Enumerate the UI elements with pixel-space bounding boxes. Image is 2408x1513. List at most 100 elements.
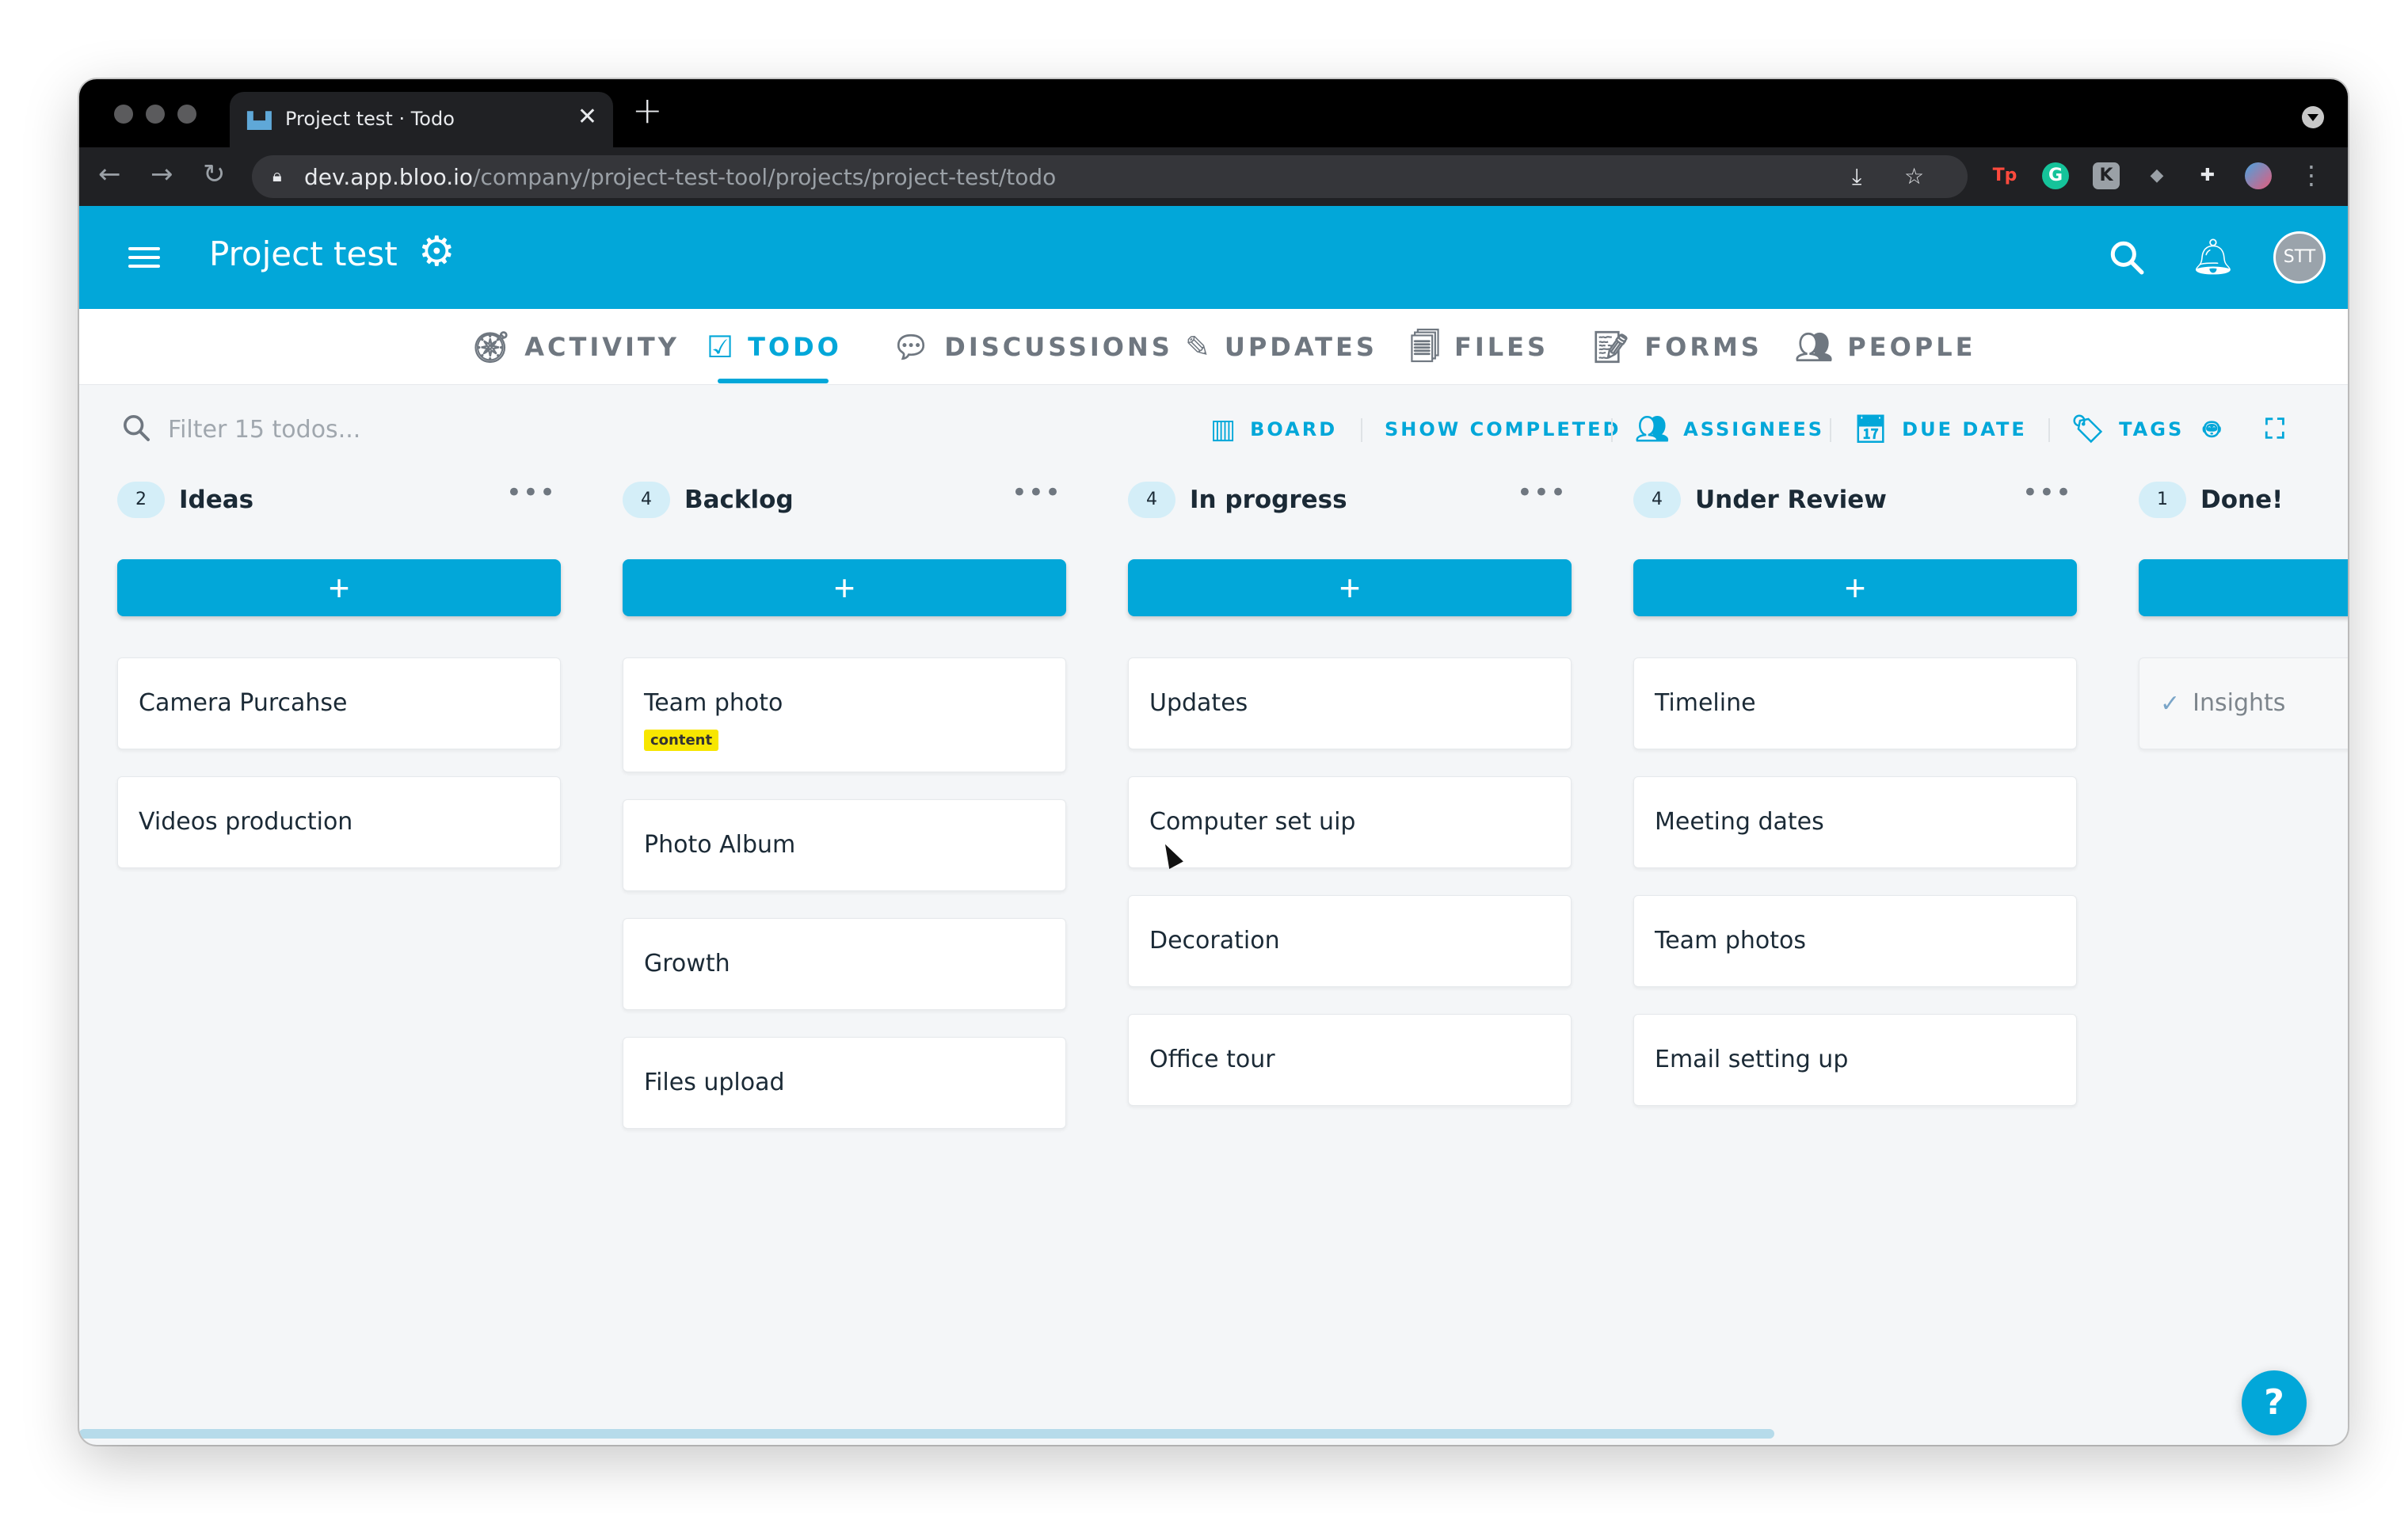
url-text[interactable]: dev.app.bloo.io/company/project-test-too… <box>304 164 1056 190</box>
divider <box>1830 418 1831 442</box>
project-nav: 🧭︎ ACTIVITY ☑ TODO 💬︎ DISCUSSIONS ✎ UPDA… <box>79 309 2348 385</box>
board-button[interactable]: ▥ BOARD <box>1210 412 1337 447</box>
extension-k-icon[interactable]: K <box>2093 162 2120 189</box>
more-options-icon[interactable]: ••• <box>1517 477 1567 509</box>
todo-card[interactable]: Videos production <box>117 776 561 868</box>
tags-button[interactable]: 🏷︎ TAGS <box>2071 412 2184 447</box>
tab-close-icon[interactable]: ✕ <box>577 103 597 131</box>
tab-label: ACTIVITY <box>524 332 680 362</box>
add-todo-button[interactable]: + <box>117 559 561 616</box>
bell-icon[interactable]: 🔔︎ <box>2191 236 2235 277</box>
todo-card[interactable]: Team photos <box>1633 895 2077 987</box>
back-arrow-icon[interactable]: ← <box>98 158 121 190</box>
tab-label: FORMS <box>1644 332 1762 362</box>
tab-todo[interactable]: ☑ TODO <box>707 328 842 366</box>
add-todo-button[interactable] <box>2139 559 2348 616</box>
todo-card[interactable]: Decoration <box>1128 895 1572 987</box>
compass-icon: 🧭︎ <box>472 330 511 364</box>
extension-tp-icon[interactable]: Tp <box>1991 162 2018 189</box>
bot-button[interactable]: 🤖︎ <box>2204 412 2219 447</box>
tab-files[interactable]: 🗐 FILES <box>1410 328 1549 366</box>
reload-icon[interactable]: ↻ <box>203 158 226 190</box>
tab-label: FILES <box>1454 332 1549 362</box>
close-window-dot[interactable] <box>114 105 133 124</box>
project-title: Project test <box>209 234 398 273</box>
due-date-button[interactable]: 📅︎ DUE DATE <box>1854 412 2027 447</box>
extensions-puzzle-icon[interactable]: ✚ <box>2194 162 2221 189</box>
browser-tab[interactable]: ▙▟ Project test · Todo ✕ <box>230 92 613 147</box>
divider <box>1361 418 1362 442</box>
add-todo-button[interactable]: + <box>1633 559 2077 616</box>
card-list: Team photo content Photo Album Growth Fi… <box>623 657 1066 1156</box>
todo-card[interactable]: Files upload <box>623 1037 1066 1129</box>
column-header: 4 In progress ••• <box>1128 472 1572 528</box>
add-todo-button[interactable]: + <box>1128 559 1572 616</box>
todo-card[interactable]: Computer set uip <box>1128 776 1572 868</box>
gear-icon[interactable]: ⚙ <box>418 228 455 276</box>
extension-grammarly-icon[interactable]: G <box>2042 162 2069 189</box>
maximize-window-dot[interactable] <box>177 105 196 124</box>
board-label: BOARD <box>1250 418 1338 440</box>
menu-icon[interactable] <box>128 247 160 268</box>
bookmark-star-icon[interactable]: ☆ <box>1904 163 1924 189</box>
todo-card[interactable]: Meeting dates <box>1633 776 2077 868</box>
card-title: Files upload <box>644 1069 785 1096</box>
files-icon: 🗐 <box>1410 330 1440 364</box>
tab-activity[interactable]: 🧭︎ ACTIVITY <box>472 328 680 366</box>
address-bar[interactable]: 🔒︎ dev.app.bloo.io/company/project-test-… <box>252 155 1968 198</box>
column-header: 4 Backlog ••• <box>623 472 1066 528</box>
minimize-window-dot[interactable] <box>146 105 165 124</box>
active-tab-indicator <box>718 379 829 383</box>
bloo-favicon-icon: ▙▟ <box>247 111 272 130</box>
todo-card[interactable]: Camera Purcahse <box>117 657 561 749</box>
card-title: Meeting dates <box>1655 808 1824 836</box>
form-icon: 📝︎ <box>1592 330 1631 364</box>
todo-card[interactable]: Timeline <box>1633 657 2077 749</box>
browser-toolbar: ← → ↻ 🔒︎ dev.app.bloo.io/company/project… <box>79 147 2348 206</box>
tab-title: Project test · Todo <box>285 108 455 130</box>
fullscreen-button[interactable]: ⛶ <box>2265 412 2284 447</box>
column-title: Done! <box>2200 486 2284 514</box>
add-todo-button[interactable]: + <box>623 559 1066 616</box>
horizontal-scrollbar[interactable] <box>79 1429 1774 1439</box>
avatar[interactable]: STT <box>2273 231 2326 284</box>
search-icon[interactable] <box>2107 238 2147 277</box>
card-title: Timeline <box>1655 689 1756 717</box>
lock-icon: 🔒︎ <box>272 166 282 186</box>
card-title: Team photos <box>1655 927 1806 955</box>
tab-search-icon[interactable] <box>2302 106 2324 128</box>
card-list: Timeline Meeting dates Team photos Email… <box>1633 657 2077 1133</box>
new-tab-button[interactable]: + <box>632 89 663 131</box>
tab-discussions[interactable]: 💬︎ DISCUSSIONS <box>892 328 1173 366</box>
extension-puzzle-gray-icon[interactable]: ◆ <box>2143 162 2170 189</box>
card-title: Office tour <box>1149 1046 1275 1073</box>
chrome-menu-icon[interactable]: ⋮ <box>2299 160 2324 190</box>
profile-avatar-icon[interactable] <box>2245 162 2272 189</box>
column-title: Backlog <box>684 486 794 514</box>
app-header: Project test ⚙ 🔔︎ STT <box>79 206 2348 309</box>
tab-people[interactable]: 👥︎ PEOPLE <box>1795 328 1976 366</box>
todo-card[interactable]: Growth <box>623 918 1066 1010</box>
tab-forms[interactable]: 📝︎ FORMS <box>1592 328 1762 366</box>
todo-card[interactable]: Team photo content <box>623 657 1066 772</box>
todo-card[interactable]: Office tour <box>1128 1014 1572 1106</box>
install-app-icon[interactable]: ⤓ <box>1852 163 1861 190</box>
show-completed-button[interactable]: SHOW COMPLETED <box>1385 412 1621 447</box>
tags-label: TAGS <box>2119 418 2185 440</box>
more-options-icon[interactable]: ••• <box>2022 477 2072 509</box>
todo-card[interactable]: Updates <box>1128 657 1572 749</box>
more-options-icon[interactable]: ••• <box>1012 477 1061 509</box>
filter-input[interactable] <box>168 407 643 452</box>
edit-document-icon: ✎ <box>1185 330 1210 364</box>
forward-arrow-icon[interactable]: → <box>150 158 173 190</box>
todo-card[interactable]: Photo Album <box>623 799 1066 891</box>
more-options-icon[interactable]: ••• <box>506 477 556 509</box>
help-button[interactable]: ? <box>2242 1370 2307 1435</box>
card-title: Decoration <box>1149 927 1280 955</box>
assignees-button[interactable]: 👥︎ ASSIGNEES <box>1635 412 1824 447</box>
todo-card[interactable]: Email setting up <box>1633 1014 2077 1106</box>
todo-card-completed[interactable]: ✓ Insights <box>2139 657 2348 749</box>
tab-updates[interactable]: ✎ UPDATES <box>1185 328 1377 366</box>
content-tag[interactable]: content <box>644 730 719 751</box>
column-under-review: 4 Under Review ••• + Timeline Meeting da… <box>1633 472 2077 1106</box>
